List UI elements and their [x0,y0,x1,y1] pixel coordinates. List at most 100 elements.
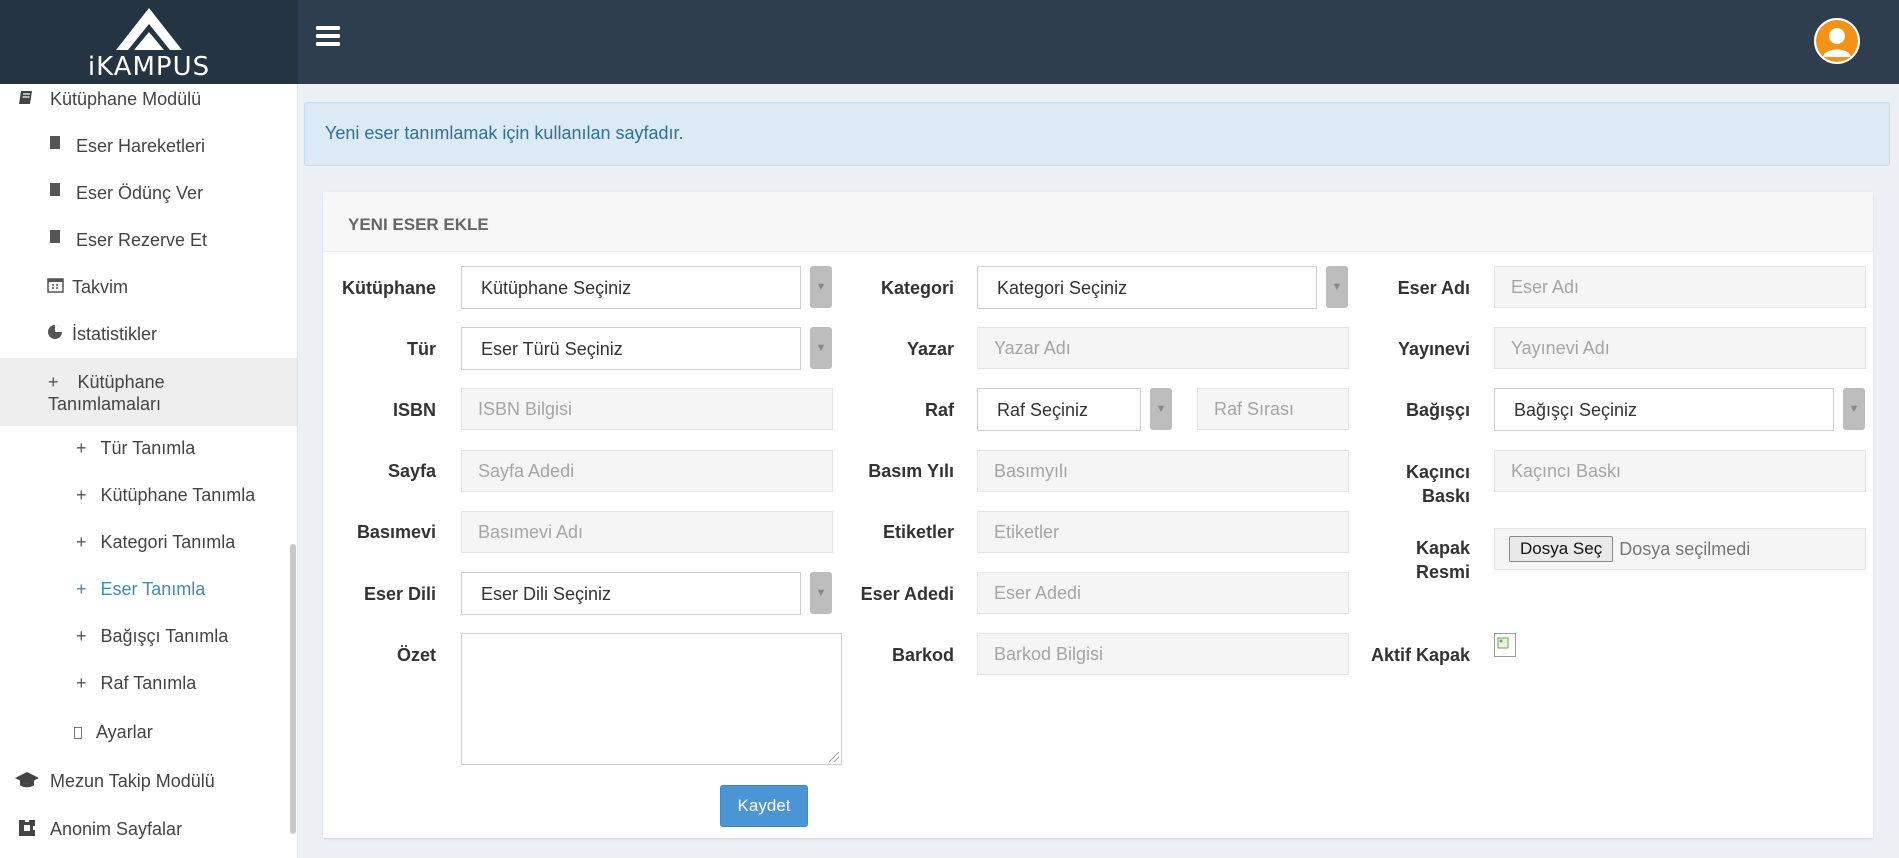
kacinci-baski-label-line2: Baskı [1421,486,1470,506]
file-choose-button[interactable]: Dosya Seç [1509,536,1614,562]
plus-icon: + [76,579,87,599]
sidebar-item-label: Ayarlar [96,722,153,742]
sidebar-item-eser-odunc-ver[interactable]: Eser Ödünç Ver [48,183,297,204]
basim-yili-input[interactable]: Basımyılı [977,450,1349,492]
sidebar-subitem-eser-tanimla[interactable]: + Eser Tanımla [76,579,297,600]
top-navbar: iKAMPUS [0,0,1899,84]
info-alert-text: Yeni eser tanımlamak için kullanılan say… [325,123,684,143]
sidebar-subitem-label: Bağışçı Tanımla [100,626,229,646]
sidebar-item-takvim[interactable]: Takvim [46,277,297,298]
sidebar-subitem-label: Kütüphane Tanımla [100,485,256,505]
bookmark-icon [48,136,62,149]
kutuphane-label: Kütüphane [342,278,436,298]
sayfa-label: Sayfa [387,461,436,481]
isbn-label: ISBN [392,400,436,420]
plus-icon: + [76,532,87,552]
sidebar: Kütüphane Modülü Eser Hareketleri Eser Ö… [0,84,298,858]
sidebar-module-kutuphane[interactable]: Kütüphane Modülü [14,89,297,110]
ozet-textarea[interactable] [461,633,842,765]
barkod-input[interactable]: Barkod Bilgisi [977,633,1349,675]
menu-toggle-icon[interactable] [316,26,340,50]
info-alert: Yeni eser tanımlamak için kullanılan say… [304,102,1890,166]
kutuphane-select[interactable]: Kütüphane Seçiniz [461,266,801,309]
kapak-resmi-file-input[interactable]: Dosya Seç Dosya seçilmedi [1494,528,1866,570]
kategori-select-arrow-icon[interactable]: ▼ [1326,266,1348,308]
ozet-label: Özet [396,645,436,665]
calendar-icon [46,277,64,293]
brand-logo[interactable]: iKAMPUS [0,0,298,84]
eser-adedi-input[interactable]: Eser Adedi [977,572,1349,614]
sidebar-subitem-kutuphane-tanimla[interactable]: + Kütüphane Tanımla [76,485,297,506]
sidebar-subitem-raf-tanimla[interactable]: + Raf Tanımla [76,673,297,694]
kategori-label: Kategori [880,278,954,298]
sidebar-module-label: Mezun Takip Modülü [50,771,215,791]
kacinci-baski-label: Kaçıncı Baskı [1350,460,1470,508]
resize-grip-icon[interactable] [829,752,839,762]
sidebar-item-label: Takvim [72,277,129,297]
etiketler-input[interactable]: Etiketler [977,511,1349,553]
eser-dili-select-arrow-icon[interactable]: ▼ [810,572,832,614]
aktif-kapak-label: Aktif Kapak [1370,645,1470,665]
logo-text: iKAMPUS [87,52,211,82]
broken-image-icon [1494,633,1516,657]
basimevi-input[interactable]: Basımevi Adı [461,511,833,553]
plus-icon: + [76,673,87,693]
bagisci-select[interactable]: Bağışçı Seçiniz [1494,388,1834,431]
sidebar-item-ayarlar[interactable]: Ayarlar [74,722,297,743]
sidebar-item-label: Eser Rezerve Et [76,230,208,250]
settings-icon [74,727,82,739]
sidebar-subitem-label: Tür Tanımla [100,438,196,458]
sidebar-module-anonim[interactable]: Anonim Sayfalar [14,819,297,840]
tur-select-arrow-icon[interactable]: ▼ [810,327,832,369]
tur-label: Tür [407,339,436,359]
yayinevi-input[interactable]: Yayınevi Adı [1494,327,1866,369]
book-icon [14,89,40,107]
logo-mark-icon [116,8,182,50]
sidebar-subitem-bagisci-tanimla[interactable]: + Bağışçı Tanımla [76,626,297,647]
kutuphane-select-arrow-icon[interactable]: ▼ [810,266,832,308]
sidebar-item-eser-hareketleri[interactable]: Eser Hareketleri [48,136,297,157]
basim-yili-label: Basım Yılı [868,461,954,481]
sidebar-group-kutuphane-tanimlamalari[interactable]: + Kütüphane Tanımlamaları [48,371,297,415]
tur-select[interactable]: Eser Türü Seçiniz [461,327,801,370]
file-status-text: Dosya seçilmedi [1619,538,1751,559]
user-avatar[interactable] [1814,18,1860,64]
sidebar-subitem-kategori-tanimla[interactable]: + Kategori Tanımla [76,532,297,553]
yayinevi-label: Yayınevi [1397,339,1470,359]
yazar-label: Yazar [906,339,954,359]
raf-select[interactable]: Raf Seçiniz [977,388,1141,431]
raf-select-arrow-icon[interactable]: ▼ [1150,388,1172,430]
raf-sirasi-input[interactable]: Raf Sırası [1197,388,1349,430]
eser-adi-label: Eser Adı [1397,278,1470,298]
kapak-resmi-label-line2: Resmi [1415,562,1470,582]
sidebar-subitem-tur-tanimla[interactable]: + Tür Tanımla [76,438,297,459]
basimevi-label: Basımevi [356,522,436,542]
sidebar-item-eser-rezerve-et[interactable]: Eser Rezerve Et [48,230,297,251]
bagisci-select-arrow-icon[interactable]: ▼ [1843,388,1865,430]
eser-adi-input[interactable]: Eser Adı [1494,266,1866,308]
yazar-input[interactable]: Yazar Adı [977,327,1349,369]
bookmark-icon [48,230,62,243]
plus-icon: + [76,485,87,505]
barkod-label: Barkod [891,645,954,665]
sidebar-item-istatistikler[interactable]: İstatistikler [46,324,297,345]
sidebar-item-label: İstatistikler [72,324,158,344]
plus-icon: + [76,438,87,458]
pie-chart-icon [46,324,64,340]
sidebar-scrollbar[interactable] [290,544,296,834]
sayfa-input[interactable]: Sayfa Adedi [461,450,833,492]
save-button[interactable]: Kaydet [720,785,808,827]
sidebar-module-mezun-takip[interactable]: Mezun Takip Modülü [14,771,297,792]
sidebar-item-label: Eser Hareketleri [76,136,206,156]
kategori-select[interactable]: Kategori Seçiniz [977,266,1317,309]
plus-icon: + [76,626,87,646]
kapak-resmi-label: Kapak Resmi [1350,536,1470,584]
eser-dili-select[interactable]: Eser Dili Seçiniz [461,572,801,615]
kacinci-baski-input[interactable]: Kaçıncı Baskı [1494,450,1866,492]
sidebar-group-label-line1: Kütüphane [77,372,165,392]
sidebar-subitem-label: Raf Tanımla [100,673,197,693]
etiketler-label: Etiketler [882,522,954,542]
isbn-input[interactable]: ISBN Bilgisi [461,388,833,430]
bookmark-icon [48,183,62,196]
puzzle-icon [14,819,40,837]
